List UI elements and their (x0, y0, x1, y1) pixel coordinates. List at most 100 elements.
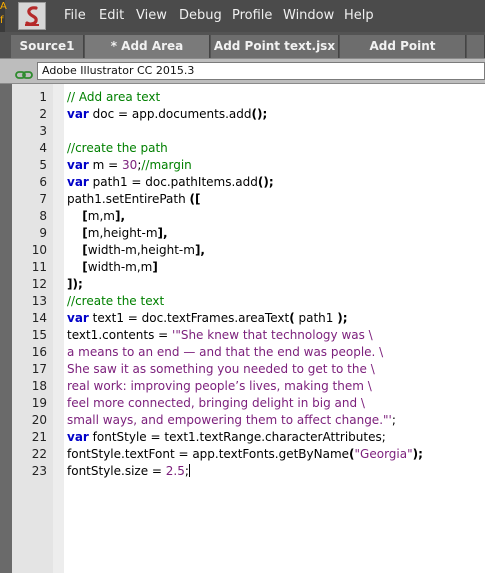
code-token: ] (152, 260, 158, 274)
code-token: //create the path (67, 141, 168, 155)
code-token: fontStyle.textFont = app.textFonts.getBy… (67, 447, 350, 461)
code-token: ; (391, 413, 396, 427)
line-number: 10 (31, 243, 47, 257)
line-number: 6 (39, 175, 47, 189)
line-number: 14 (31, 311, 47, 325)
tab-overflow[interactable] (467, 35, 485, 58)
line-number: 17 (31, 362, 47, 376)
line-number: 8 (39, 209, 47, 223)
code-token: fontStyle = text1.textRange.characterAtt… (88, 430, 386, 444)
line-number: 5 (39, 158, 47, 172)
line-number: 18 (31, 379, 47, 393)
code-token: var (67, 430, 89, 444)
code-token: var (67, 311, 89, 325)
tab-source1[interactable]: Source1 (11, 35, 84, 58)
code-line: var path1 = doc.pathItems.add(); (67, 175, 274, 189)
code-token: text1.contents = (67, 328, 173, 342)
line-number: 15 (31, 328, 47, 342)
code-line: // Add area text (67, 90, 160, 104)
line-number: 13 (31, 294, 47, 308)
line-number: 23 (31, 464, 47, 478)
code-token: real work: improving people’s lives, mak… (67, 379, 372, 393)
line-number: 7 (39, 192, 47, 206)
code-token: ); (412, 447, 423, 461)
code-line: text1.contents = '"She knew that technol… (67, 328, 373, 342)
menu-window[interactable]: Window (283, 8, 334, 23)
code-token: 2.5 (165, 464, 185, 478)
line-number: 20 (31, 413, 47, 427)
code-token: a means to an end — and that the end was… (67, 345, 384, 359)
code-line: [width-m,m] (67, 260, 158, 274)
code-line: var text1 = doc.textFrames.areaText( pat… (67, 311, 348, 325)
code-token: m,m (87, 209, 115, 223)
code-line: She saw it as something you needed to ge… (67, 362, 375, 376)
code-line: path1.setEntirePath ([ (67, 192, 201, 206)
code-token: 30 (122, 158, 138, 172)
code-line: real work: improving people’s lives, mak… (67, 379, 372, 393)
code-line: a means to an end — and that the end was… (67, 345, 383, 359)
line-number: 19 (31, 396, 47, 410)
menu-edit[interactable]: Edit (99, 8, 124, 23)
code-line: small ways, and empowering them to affec… (67, 413, 396, 427)
code-line: var doc = app.documents.add(); (67, 107, 267, 121)
code-token: '"She knew that technology was \ (172, 328, 373, 342)
menu-debug[interactable]: Debug (179, 8, 222, 23)
code-line: //create the path (67, 141, 168, 155)
code-token: ]); (67, 277, 83, 291)
code-line: var m = 30;//margin (67, 158, 192, 172)
code-token: width-m,m (87, 260, 153, 274)
code-token: She saw it as something you needed to ge… (67, 362, 375, 376)
code-token: (); (251, 107, 268, 121)
line-number: 22 (31, 447, 47, 461)
code-token: m,height-m (87, 226, 158, 240)
code-token: ], (194, 243, 205, 257)
code-token: path1 = doc.pathItems.add (88, 175, 258, 189)
code-token: //margin (141, 158, 192, 172)
code-token: doc = app.documents.add (88, 107, 252, 121)
link-icon[interactable] (15, 65, 33, 84)
code-line: [m,m], (67, 209, 125, 223)
line-number: 12 (31, 277, 47, 291)
target-bar: Adobe Illustrator CC 2015.3 (0, 58, 485, 84)
code-token: width-m,height-m (87, 243, 195, 257)
line-number: 16 (31, 345, 47, 359)
code-token: ], (157, 226, 168, 240)
code-line: [width-m,height-m], (67, 243, 205, 257)
app-logo-icon (18, 2, 46, 30)
target-application-select[interactable]: Adobe Illustrator CC 2015.3 (37, 62, 485, 80)
code-token: ], (114, 209, 125, 223)
code-token: // Add area text (67, 90, 161, 104)
code-editor[interactable]: 1 2 3 4 5 6 7 8 9 10 11 12 13 14 15 16 17 18 19 20 21 22 23 //… (12, 84, 485, 573)
code-line: //create the text (67, 294, 164, 308)
code-line: ]); (67, 277, 83, 291)
code-token: m = (88, 158, 123, 172)
code-token: "Georgia" (354, 447, 413, 461)
line-number: 21 (31, 430, 47, 444)
code-token: path1.setEntirePath (67, 192, 190, 206)
code-token: path1 (294, 311, 338, 325)
menu-file[interactable]: File (64, 8, 86, 23)
line-number: 2 (39, 107, 47, 121)
line-number-gutter: 1 2 3 4 5 6 7 8 9 10 11 12 13 14 15 16 17 18 19 20 21 22 23 (12, 84, 53, 573)
code-token: text1 = doc.textFrames.areaText (88, 311, 290, 325)
code-token: ([ (189, 192, 201, 206)
tab-add-point-text[interactable]: Add Point text.jsx (211, 35, 339, 58)
code-line: fontStyle.textFont = app.textFonts.getBy… (67, 447, 423, 461)
tab-add-point-text-2[interactable]: Add Point text_2.jsx (340, 35, 466, 76)
code-token: small ways, and empowering them to affec… (67, 413, 392, 427)
code-token: fontStyle.size = (67, 464, 166, 478)
menu-bar: Af File Edit View Debug Profile Window H… (0, 0, 485, 32)
left-panel-strip (0, 84, 12, 573)
tab-add-area-text[interactable]: * Add Area text.jsx (85, 35, 210, 76)
line-number: 11 (31, 260, 47, 274)
line-number: 9 (39, 226, 47, 240)
menu-profile[interactable]: Profile (232, 8, 272, 23)
code-token: var (67, 175, 89, 189)
menu-view[interactable]: View (136, 8, 167, 23)
code-token: ); (337, 311, 348, 325)
menu-help[interactable]: Help (344, 8, 374, 23)
